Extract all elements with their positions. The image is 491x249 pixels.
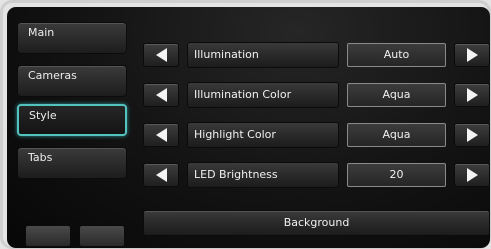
highlight-color-value: Aqua — [347, 123, 446, 147]
led-brightness-label: LED Brightness — [187, 162, 339, 188]
illumination-color-increment-button[interactable] — [454, 83, 490, 107]
settings-screen: Main Cameras Style Tabs Illumination Aut… — [7, 7, 490, 248]
device-frame: Main Cameras Style Tabs Illumination Aut… — [0, 0, 491, 249]
sidebar-item-label: Tabs — [28, 151, 53, 164]
highlight-color-increment-button[interactable] — [454, 123, 490, 147]
illumination-decrement-button[interactable] — [143, 43, 179, 67]
sidebar-item-label: Cameras — [28, 69, 77, 82]
illumination-color-decrement-button[interactable] — [143, 83, 179, 107]
sidebar-item-main[interactable]: Main — [17, 22, 127, 54]
left-arrow-icon — [155, 48, 167, 62]
left-arrow-icon — [155, 88, 167, 102]
left-arrow-icon — [155, 168, 167, 182]
background-button[interactable]: Background — [143, 210, 490, 236]
highlight-color-label: Highlight Color — [187, 122, 339, 148]
right-arrow-icon — [466, 48, 478, 62]
illumination-color-label: Illumination Color — [187, 82, 339, 108]
illumination-value: Auto — [347, 43, 446, 67]
background-button-label: Background — [283, 216, 350, 229]
led-brightness-decrement-button[interactable] — [143, 163, 179, 187]
sidebar-item-style[interactable]: Style — [17, 104, 127, 136]
led-brightness-increment-button[interactable] — [454, 163, 490, 187]
sidebar-item-cameras[interactable]: Cameras — [17, 65, 127, 97]
left-arrow-icon — [155, 128, 167, 142]
illumination-label: Illumination — [187, 42, 339, 68]
sidebar-item-label: Main — [28, 26, 55, 39]
right-arrow-icon — [466, 88, 478, 102]
illumination-increment-button[interactable] — [454, 43, 490, 67]
scroll-up-button[interactable] — [25, 225, 71, 247]
sidebar-item-tabs[interactable]: Tabs — [17, 147, 127, 179]
illumination-color-value: Aqua — [347, 83, 446, 107]
highlight-color-decrement-button[interactable] — [143, 123, 179, 147]
sidebar-item-label: Style — [29, 109, 57, 122]
led-brightness-value: 20 — [347, 163, 446, 187]
right-arrow-icon — [466, 128, 478, 142]
scroll-down-button[interactable] — [79, 225, 125, 247]
right-arrow-icon — [466, 168, 478, 182]
